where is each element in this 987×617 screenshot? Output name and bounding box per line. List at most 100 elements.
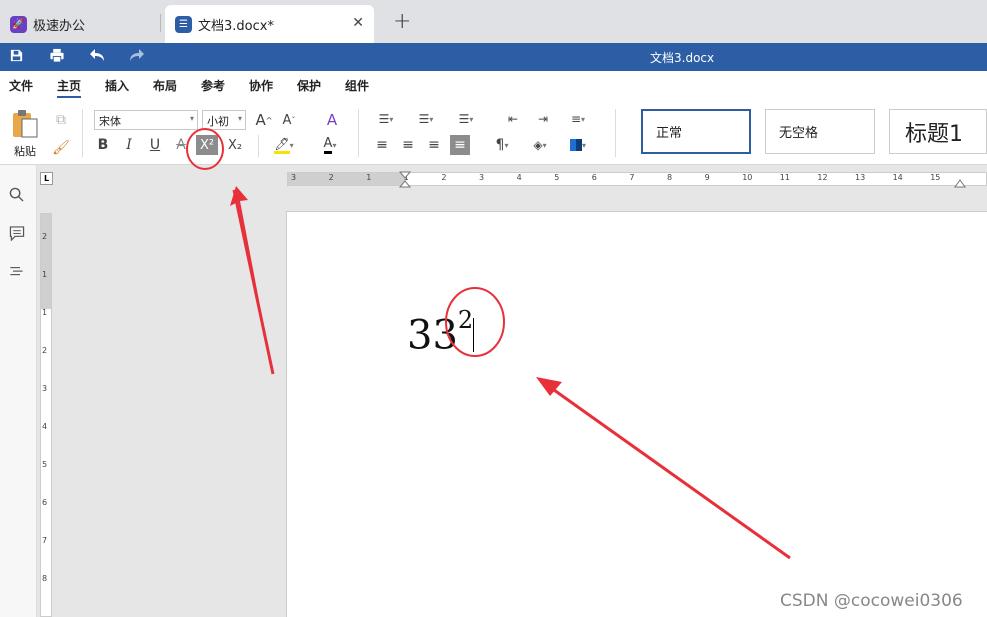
undo-icon[interactable] [89, 48, 105, 66]
annotation-arrow-up [230, 186, 273, 374]
menu-bar: 文件 主页 插入 布局 参考 协作 保护 组件 [0, 71, 987, 99]
style-label: 正常 [656, 126, 683, 141]
strikethrough-button[interactable]: A [172, 135, 190, 155]
superscript-text: 2 [457, 306, 474, 334]
border-icon[interactable]: ▾ [564, 135, 592, 155]
underline-button[interactable]: U [146, 135, 164, 155]
comment-icon[interactable] [9, 226, 25, 245]
menu-components[interactable]: 组件 [345, 77, 369, 94]
print-icon[interactable] [49, 48, 65, 67]
redo-icon[interactable] [129, 48, 145, 66]
indent-marker-icon[interactable] [399, 171, 411, 189]
navigation-icon[interactable] [9, 265, 24, 283]
italic-button[interactable]: I [120, 135, 138, 155]
increase-indent-icon[interactable]: ⇥ [533, 110, 553, 128]
tab-label: 文档3.docx* [198, 18, 274, 34]
style-normal[interactable]: 正常 [641, 109, 751, 154]
ruler-tick-label: 13 [855, 173, 866, 182]
ribbon-toolbar: 粘贴 ⧉ 🖌 宋体 ▾ 小初 ▾ A ^ Aˇ A B I U A X² X₂ 🖊 ▾ … [0, 99, 987, 165]
ruler-tick-label: 15 [930, 173, 941, 182]
tab-label: 极速办公 [33, 18, 86, 34]
style-heading1[interactable]: 标题1 [889, 109, 987, 154]
font-color-icon[interactable]: A ▾ [316, 135, 344, 155]
ruler-tick-label: 1 [366, 173, 372, 182]
search-icon[interactable] [9, 187, 24, 206]
ruler-tick-label: 4 [42, 422, 48, 431]
close-icon[interactable]: ✕ [352, 15, 364, 31]
document-text[interactable]: 332 [407, 306, 475, 359]
align-center-icon[interactable]: ≡ [398, 135, 418, 155]
tab-home[interactable]: 🚀 极速办公 [0, 5, 160, 43]
paste-icon[interactable] [10, 109, 40, 139]
tab-stop-selector[interactable]: L [40, 172, 53, 185]
superscript-button[interactable]: X² [196, 135, 218, 155]
copy-icon[interactable]: ⧉ [52, 111, 70, 129]
text-cursor [473, 318, 475, 352]
ruler-tick-label: 8 [667, 173, 673, 182]
divider [258, 135, 259, 157]
format-painter-icon[interactable]: 🖌 [52, 139, 70, 157]
annotation-arrow-up-shaft [232, 189, 275, 375]
ruler-tick-label: 1 [42, 270, 48, 279]
font-size-value: 小初 [207, 115, 229, 128]
menu-protect[interactable]: 保护 [297, 77, 321, 94]
multilevel-list-icon[interactable]: ☰ ▾ [452, 110, 480, 128]
ruler-tick-label: 4 [516, 173, 522, 182]
font-size-select[interactable]: 小初 ▾ [202, 110, 246, 130]
watermark: CSDN @cocowei0306 [780, 591, 963, 611]
menu-collaborate[interactable]: 协作 [249, 77, 273, 94]
paragraph-mark-icon[interactable]: ¶ ▾ [488, 135, 516, 155]
ruler-tick-label: 3 [291, 173, 297, 182]
shading-icon[interactable]: ◈ ▾ [526, 135, 554, 155]
ruler-tick-label: 3 [479, 173, 485, 182]
horizontal-ruler[interactable]: 3 2 1 1 2 3 4 5 6 7 8 9 10 11 12 13 14 15 [287, 171, 987, 189]
ruler-tick-label: 5 [554, 173, 560, 182]
menu-insert[interactable]: 插入 [105, 77, 129, 94]
menu-home[interactable]: 主页 [57, 77, 82, 98]
decrease-indent-icon[interactable]: ⇤ [503, 110, 523, 128]
menu-references[interactable]: 参考 [201, 77, 225, 94]
ruler-tick-label: 6 [42, 498, 48, 507]
menu-layout[interactable]: 布局 [153, 77, 177, 94]
tab-document[interactable]: ☰ 文档3.docx* ✕ [165, 5, 374, 43]
font-name-select[interactable]: 宋体 ▾ [94, 110, 198, 130]
title-bar: 文档3.docx [0, 43, 987, 71]
shrink-font-icon[interactable]: Aˇ [280, 110, 298, 130]
grow-font-icon[interactable]: A ^ [255, 110, 273, 130]
divider [82, 109, 83, 157]
ruler-tick-label: 7 [629, 173, 635, 182]
base-text: 33 [407, 312, 458, 359]
bold-button[interactable]: B [94, 135, 112, 155]
font-name-value: 宋体 [99, 115, 121, 128]
ruler-tick-label: 2 [328, 173, 334, 182]
divider [358, 109, 359, 157]
ruler-tick-label: 12 [817, 173, 828, 182]
align-left-icon[interactable]: ≡ [372, 135, 392, 155]
justify-icon[interactable]: ≡ [450, 135, 470, 155]
line-spacing-icon[interactable]: ≡ ▾ [564, 110, 592, 128]
highlight-icon[interactable]: 🖊 ▾ [270, 135, 298, 155]
clear-format-icon[interactable]: A [322, 110, 342, 130]
ruler-margin [41, 214, 51, 309]
right-indent-marker-icon[interactable] [954, 177, 966, 189]
vertical-ruler[interactable]: 2 1 1 2 3 4 5 6 7 8 [40, 213, 52, 617]
ruler-tick-label: 8 [42, 574, 48, 583]
document-icon: ☰ [175, 15, 192, 33]
align-right-icon[interactable]: ≡ [424, 135, 444, 155]
document-page[interactable]: 332 [286, 211, 987, 617]
save-icon[interactable] [9, 48, 24, 67]
style-label: 无空格 [779, 126, 819, 141]
divider [615, 109, 616, 157]
style-no-spacing[interactable]: 无空格 [765, 109, 875, 154]
ruler-tick-label: 11 [779, 173, 790, 182]
ruler-margin [288, 173, 406, 185]
bullet-list-icon[interactable]: ☰ ▾ [372, 110, 400, 128]
subscript-button[interactable]: X₂ [224, 135, 246, 155]
paste-label: 粘贴 [14, 145, 36, 158]
new-tab-button[interactable]: + [393, 9, 411, 34]
ruler-tick-label: 9 [704, 173, 710, 182]
ruler-tick-label: 14 [892, 173, 903, 182]
window-title: 文档3.docx [650, 51, 715, 65]
menu-file[interactable]: 文件 [9, 77, 33, 94]
numbered-list-icon[interactable]: ☰ ▾ [412, 110, 440, 128]
